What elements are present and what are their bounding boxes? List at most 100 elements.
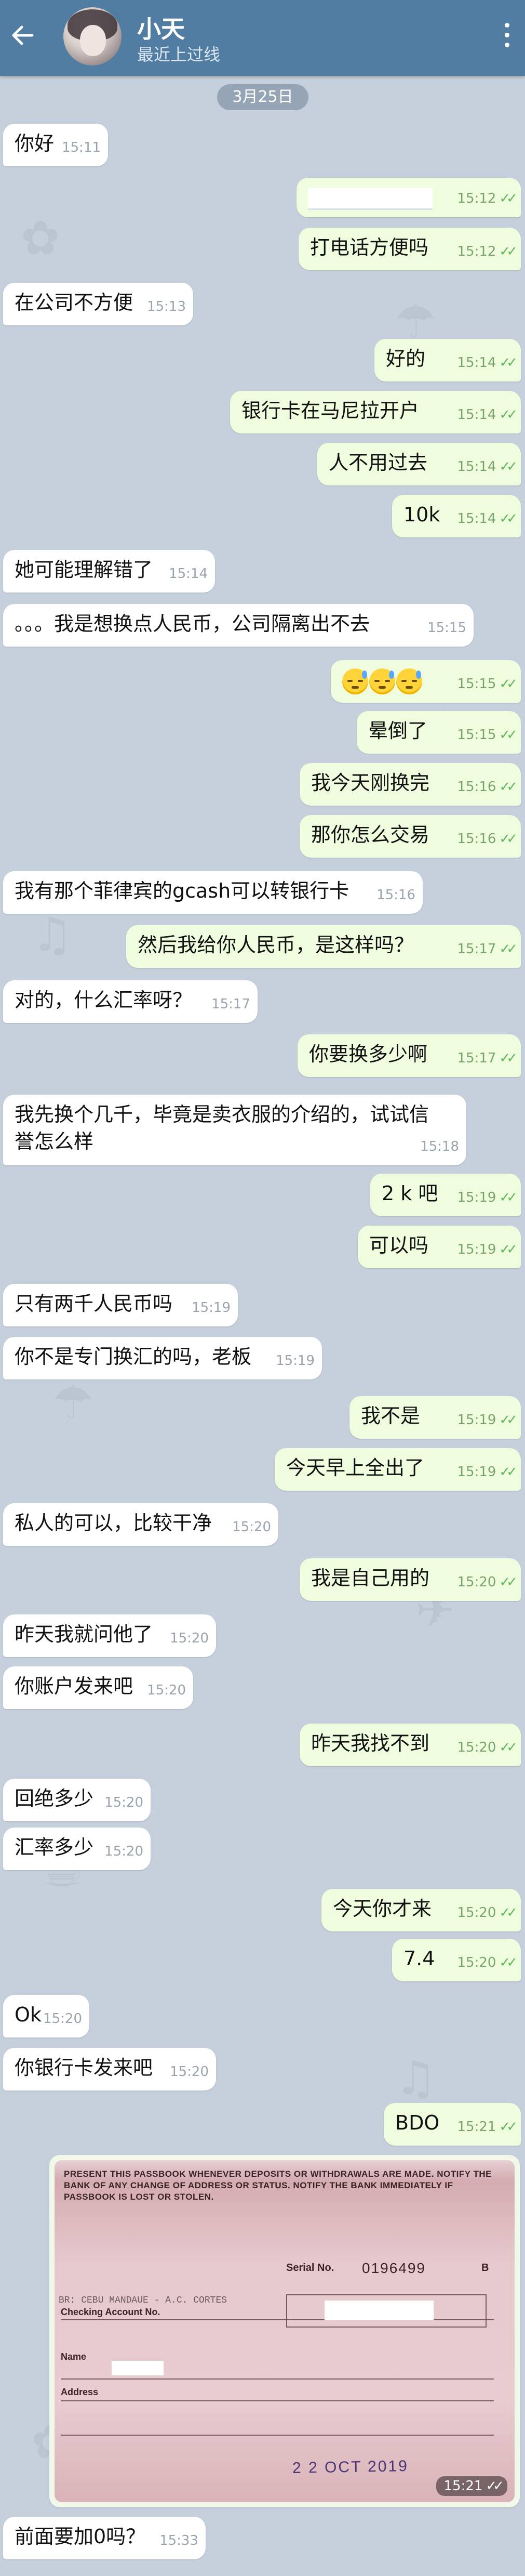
back-arrow-icon[interactable] <box>7 20 38 51</box>
read-ticks-icon: ✓✓ <box>499 511 517 527</box>
message-text: 昨天我找不到 <box>311 1732 430 1755</box>
name-label: Name <box>61 2351 87 2362</box>
message-time: 15:14 ✓✓ <box>457 407 517 423</box>
message-outgoing[interactable]: 我今天刚换完 15:16 ✓✓ <box>300 763 521 806</box>
message-outgoing[interactable]: 15:12 ✓✓ <box>297 178 521 217</box>
message-incoming[interactable]: 私人的可以，比较干净 15:20 <box>3 1503 278 1546</box>
more-menu-icon[interactable] <box>502 23 512 52</box>
read-ticks-icon: ✓✓ <box>499 2119 517 2135</box>
message-time: 15:15 ✓✓ <box>457 676 517 692</box>
message-text: 银行卡在马尼拉开户 <box>241 399 420 422</box>
message-time: 15:16 <box>376 887 415 903</box>
date-stamp: 2 2 OCT 2019 <box>292 2457 409 2477</box>
message-incoming[interactable]: 汇率多少 15:20 <box>3 1828 151 1870</box>
message-outgoing[interactable]: 10k 15:14 ✓✓ <box>392 495 521 537</box>
message-text: 今天早上全出了 <box>286 1456 425 1479</box>
message-text: 。。。我是想换点人民币，公司隔离出不去 <box>15 612 370 635</box>
message-time: 15:14 <box>169 566 208 582</box>
message-text: 你账户发来吧 <box>15 1675 133 1698</box>
photo-message-passbook[interactable]: PRESENT THIS PASSBOOK WHENEVER DEPOSITS … <box>49 2155 520 2507</box>
message-time: 15:12 ✓✓ <box>457 244 517 259</box>
read-ticks-icon: ✓✓ <box>499 1955 517 1970</box>
message-text: 可以吗 <box>369 1234 429 1257</box>
message-outgoing[interactable]: 我不是 15:19 ✓✓ <box>349 1396 521 1439</box>
passbook-image[interactable]: PRESENT THIS PASSBOOK WHENEVER DEPOSITS … <box>55 2160 515 2502</box>
contact-status: 最近上过线 <box>137 45 221 64</box>
message-outgoing[interactable]: 晕倒了 15:15 ✓✓ <box>357 711 521 754</box>
message-time: 15:17 ✓✓ <box>457 941 517 957</box>
message-outgoing[interactable]: 7.4 15:20 ✓✓ <box>392 1939 521 1981</box>
read-ticks-icon: ✓✓ <box>499 191 517 206</box>
message-time: 15:20 <box>147 1683 186 1698</box>
message-text: 你要换多少啊 <box>309 1043 428 1066</box>
read-ticks-icon: ✓✓ <box>499 676 517 692</box>
message-time: 15:21 ✓✓ <box>457 2119 517 2135</box>
message-time: 15:20 ✓✓ <box>457 1955 517 1970</box>
message-time: 15:13 <box>147 299 186 314</box>
message-text: 汇率多少 <box>15 1836 94 1859</box>
message-outgoing[interactable]: 好的 15:14 ✓✓ <box>374 339 521 382</box>
message-incoming[interactable]: 前面要加0吗？ 15:33 <box>3 2517 206 2559</box>
read-ticks-icon: ✓✓ <box>499 1905 517 1921</box>
message-text: 她可能理解错了 <box>15 558 153 581</box>
message-text: 你不是专门换汇的吗，老板 <box>15 1345 252 1368</box>
message-outgoing[interactable]: 打电话方便吗 15:12 ✓✓ <box>299 228 521 270</box>
redacted-name <box>112 2361 164 2375</box>
message-text: 好的 <box>386 347 426 370</box>
message-incoming[interactable]: 对的，什么汇率呀？ 15:17 <box>3 980 258 1023</box>
message-text: 我有那个菲律宾的gcash可以转银行卡 <box>15 879 349 902</box>
message-text: 我先换个几千，毕竟是卖衣服的介绍的，试试信誉怎么样 <box>15 1103 429 1153</box>
avatar[interactable] <box>63 7 122 65</box>
message-outgoing[interactable]: 2 k 吧 15:19 ✓✓ <box>370 1174 521 1216</box>
redacted-content <box>308 188 433 210</box>
message-text: 晕倒了 <box>368 719 428 742</box>
message-time: 15:14 ✓✓ <box>457 355 517 371</box>
message-incoming[interactable]: 昨天我就问他了 15:20 <box>3 1614 216 1657</box>
message-incoming[interactable]: 。。。我是想换点人民币，公司隔离出不去 15:15 <box>3 604 474 647</box>
message-text: 在公司不方便 <box>15 291 133 314</box>
message-outgoing[interactable]: 那你怎么交易 15:16 ✓✓ <box>300 815 521 858</box>
read-ticks-icon: ✓✓ <box>499 407 517 423</box>
message-incoming[interactable]: 你好 15:11 <box>3 124 108 166</box>
message-outgoing[interactable]: 然后我给你人民币，是这样吗？ 15:17 ✓✓ <box>126 925 521 968</box>
message-incoming[interactable]: 她可能理解错了 15:14 <box>3 550 215 593</box>
message-incoming[interactable]: 你银行卡发来吧 15:20 <box>3 2048 216 2091</box>
message-outgoing[interactable]: 可以吗 15:19 ✓✓ <box>358 1226 521 1268</box>
message-outgoing[interactable]: BDO 15:21 ✓✓ <box>384 2103 521 2146</box>
message-text: 我不是 <box>361 1404 421 1427</box>
read-ticks-icon: ✓✓ <box>499 1190 517 1205</box>
serial-label: Serial No. <box>286 2262 334 2273</box>
message-text: 昨天我就问他了 <box>15 1623 153 1646</box>
message-incoming[interactable]: 你不是专门换汇的吗，老板 15:19 <box>3 1337 322 1379</box>
message-incoming[interactable]: 只有两千人民币吗 15:19 <box>3 1284 238 1326</box>
message-text: 然后我给你人民币，是这样吗？ <box>138 934 414 956</box>
message-time: 15:19 <box>192 1300 231 1316</box>
message-incoming[interactable]: Ok 15:20 <box>3 1995 89 2038</box>
read-ticks-icon: ✓✓ <box>499 1412 517 1428</box>
message-outgoing[interactable]: 你要换多少啊 15:17 ✓✓ <box>298 1034 521 1077</box>
read-ticks-icon: ✓✓ <box>486 2478 504 2494</box>
message-text: 今天你才来 <box>333 1897 432 1920</box>
message-text: 你好 <box>15 132 55 155</box>
message-outgoing[interactable]: 银行卡在马尼拉开户 15:14 ✓✓ <box>230 391 521 433</box>
date-separator: 3月25日 <box>217 84 308 110</box>
message-outgoing[interactable]: 我是自己用的 15:20 ✓✓ <box>300 1558 521 1601</box>
address-label: Address <box>61 2387 99 2397</box>
contact-name[interactable]: 小天 <box>137 10 185 45</box>
message-list[interactable]: ✿☂ ✈☕ ♫✿ ☂✈ ☕♫ ✿ 3月25日 你好 15:11 15:12✓✓ … <box>0 76 525 2576</box>
message-incoming[interactable]: 回绝多少 15:20 <box>3 1779 151 1821</box>
message-outgoing[interactable]: 昨天我找不到 15:20 ✓✓ <box>300 1724 521 1766</box>
message-outgoing[interactable]: 15:15 ✓✓ <box>331 660 521 703</box>
read-ticks-icon: ✓✓ <box>499 727 517 743</box>
message-incoming[interactable]: 你账户发来吧 15:20 <box>3 1666 193 1709</box>
message-outgoing[interactable]: 人不用过去 15:14 ✓✓ <box>317 443 521 485</box>
message-text: Ok <box>15 2003 42 2026</box>
message-time: 15:20 ✓✓ <box>457 1574 517 1590</box>
message-incoming[interactable]: 我有那个菲律宾的gcash可以转银行卡 15:16 <box>3 871 423 914</box>
message-time: 15:21 ✓✓ <box>436 2476 507 2496</box>
message-incoming[interactable]: 在公司不方便 15:13 <box>3 283 193 325</box>
redacted-account-number <box>325 2301 434 2320</box>
message-outgoing[interactable]: 今天你才来 15:20 ✓✓ <box>321 1889 521 1931</box>
message-outgoing[interactable]: 今天早上全出了 15:19 ✓✓ <box>275 1448 521 1491</box>
message-incoming[interactable]: 我先换个几千，毕竟是卖衣服的介绍的，试试信誉怎么样 15:18 <box>3 1095 466 1165</box>
